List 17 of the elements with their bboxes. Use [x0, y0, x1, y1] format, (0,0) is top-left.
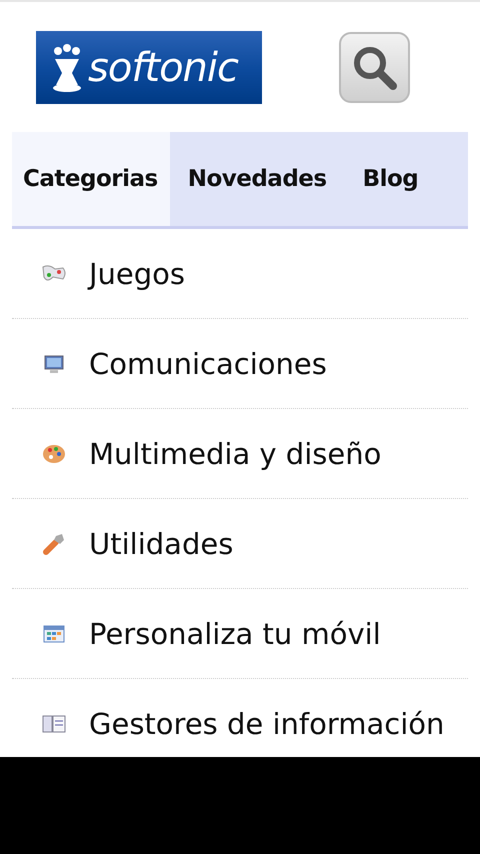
tab[interactable]: Categorias — [12, 132, 170, 226]
tab[interactable]: Blog — [344, 132, 436, 226]
category-item[interactable]: Juegos — [89, 256, 186, 290]
palette-icon — [42, 442, 66, 464]
tab[interactable]: Novedades — [170, 132, 345, 226]
document-icon — [42, 714, 66, 734]
mascot-icon — [52, 42, 82, 92]
wrench-icon — [42, 532, 66, 556]
category-item[interactable]: Personaliza tu móvil — [89, 616, 381, 650]
category-item[interactable]: Multimedia y diseño — [89, 436, 382, 470]
search-button[interactable] — [339, 32, 410, 103]
category-item[interactable]: Comunicaciones — [89, 346, 327, 380]
calendar-icon — [43, 624, 65, 644]
category-item[interactable]: Utilidades — [89, 526, 234, 560]
monitor-icon — [43, 352, 65, 374]
logo-text: softonic — [88, 44, 238, 90]
category-item[interactable]: Gestores de información — [89, 706, 444, 740]
